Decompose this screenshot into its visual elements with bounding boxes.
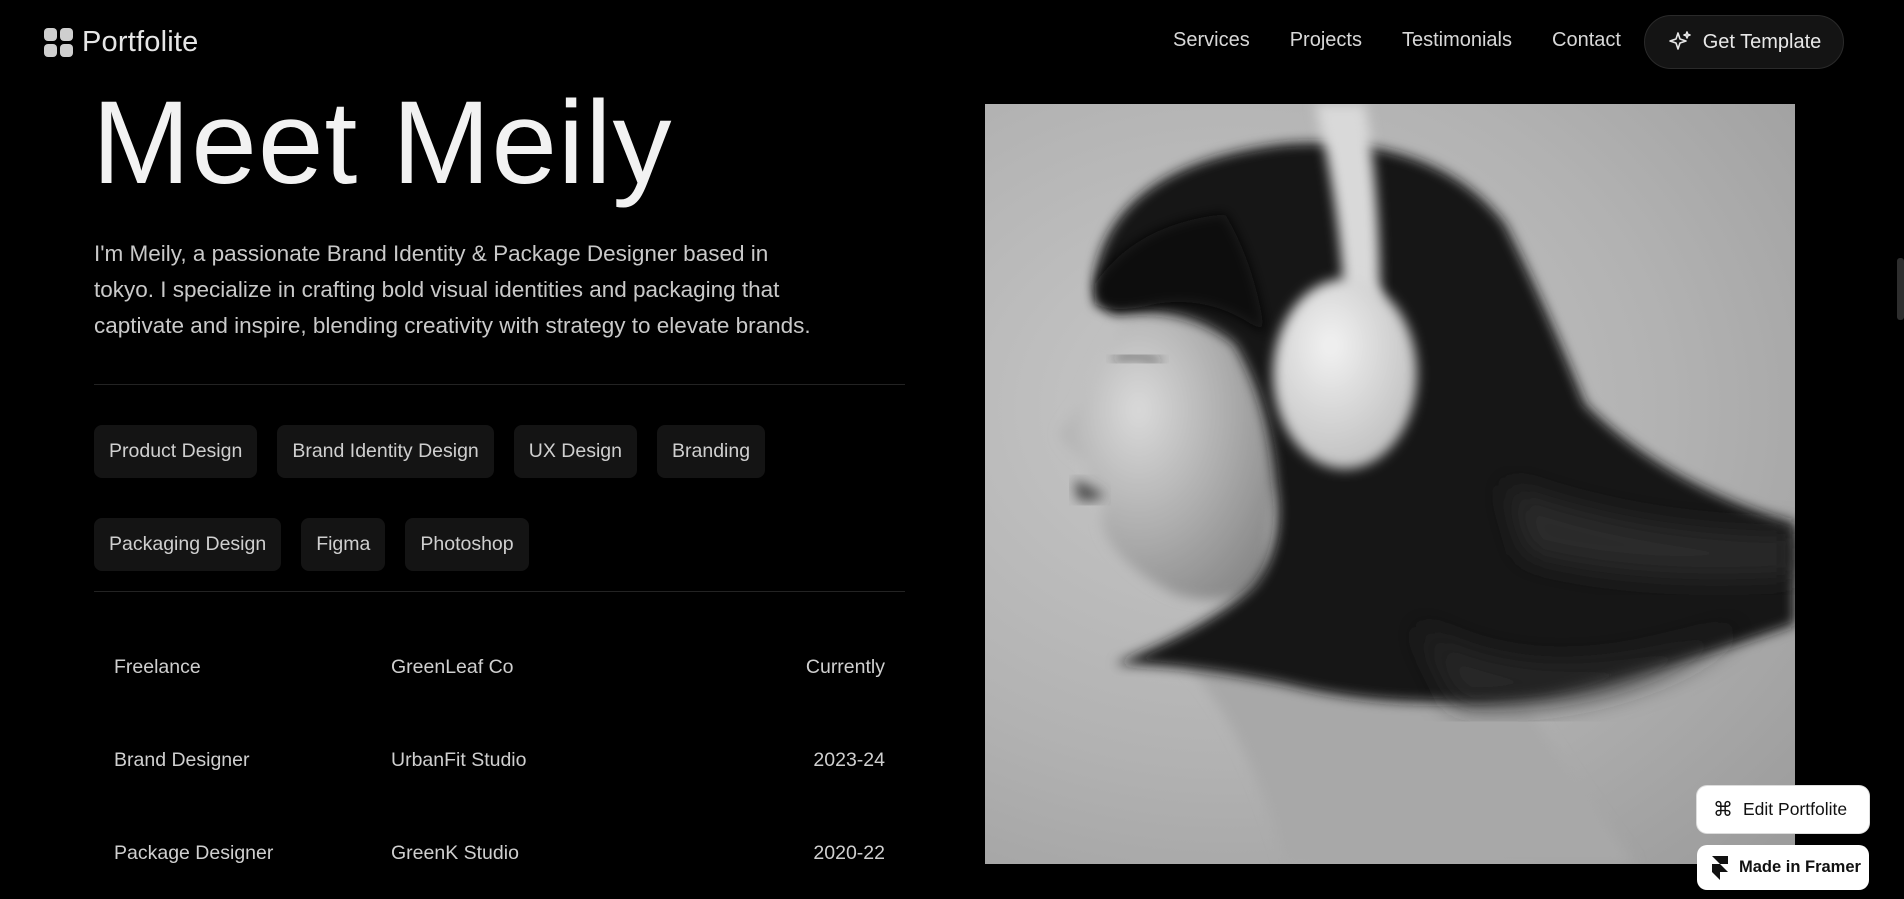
divider [94, 384, 905, 385]
experience-row: Package Designer GreenK Studio 2020-22 [94, 806, 905, 899]
experience-row: Brand Designer UrbanFit Studio 2023-24 [94, 713, 905, 806]
experience-role: Freelance [114, 656, 201, 678]
nav-contact[interactable]: Contact [1552, 29, 1621, 52]
scrollbar-thumb[interactable] [1897, 258, 1904, 320]
skill-tag: UX Design [513, 425, 637, 478]
grid-logo-icon [44, 27, 74, 58]
get-template-button[interactable]: Get Template [1644, 15, 1844, 69]
skill-tags: Product Design Brand Identity Design UX … [94, 425, 914, 571]
edit-portfolite-button[interactable]: ⌘ Edit Portfolite [1697, 786, 1869, 833]
sparkle-icon [1668, 31, 1691, 50]
experience-company: UrbanFit Studio [391, 749, 527, 771]
get-template-label: Get Template [1702, 30, 1822, 53]
edit-portfolite-label: Edit Portfolite [1743, 799, 1848, 819]
skill-tag: Photoshop [405, 518, 529, 571]
experience-company: GreenK Studio [391, 842, 519, 864]
skill-tag: Product Design [94, 425, 258, 478]
made-in-framer-button[interactable]: Made in Framer [1697, 845, 1869, 890]
experience-period: 2020-22 [813, 842, 885, 864]
divider [94, 591, 905, 592]
portrait-image [985, 104, 1795, 864]
skill-tag: Figma [301, 518, 386, 571]
logo-text: Portfolite [82, 26, 199, 58]
experience-list: Freelance GreenLeaf Co Currently Brand D… [94, 620, 905, 899]
experience-row: Freelance GreenLeaf Co Currently [94, 620, 905, 713]
nav-links: Services Projects Testimonials Contact [1173, 29, 1621, 52]
experience-company: GreenLeaf Co [391, 656, 514, 678]
command-icon: ⌘ [1713, 799, 1733, 821]
skill-tag: Branding [657, 425, 766, 478]
nav-services[interactable]: Services [1173, 29, 1250, 52]
experience-role: Brand Designer [114, 749, 250, 771]
nav-projects[interactable]: Projects [1290, 29, 1362, 52]
skill-tag: Brand Identity Design [277, 425, 494, 478]
framer-icon [1712, 855, 1728, 880]
nav-testimonials[interactable]: Testimonials [1402, 29, 1512, 52]
made-in-framer-label: Made in Framer [1739, 858, 1861, 876]
top-nav: Portfolite Services Projects Testimonial… [0, 0, 1904, 84]
experience-role: Package Designer [114, 842, 274, 864]
experience-period: Currently [805, 656, 885, 678]
logo[interactable]: Portfolite [44, 26, 198, 59]
experience-period: 2023-24 [813, 749, 885, 771]
bio-text: I'm Meily, a passionate Brand Identity &… [94, 241, 811, 338]
skill-tag: Packaging Design [94, 518, 282, 571]
page-title: Meet Meily [92, 77, 673, 209]
